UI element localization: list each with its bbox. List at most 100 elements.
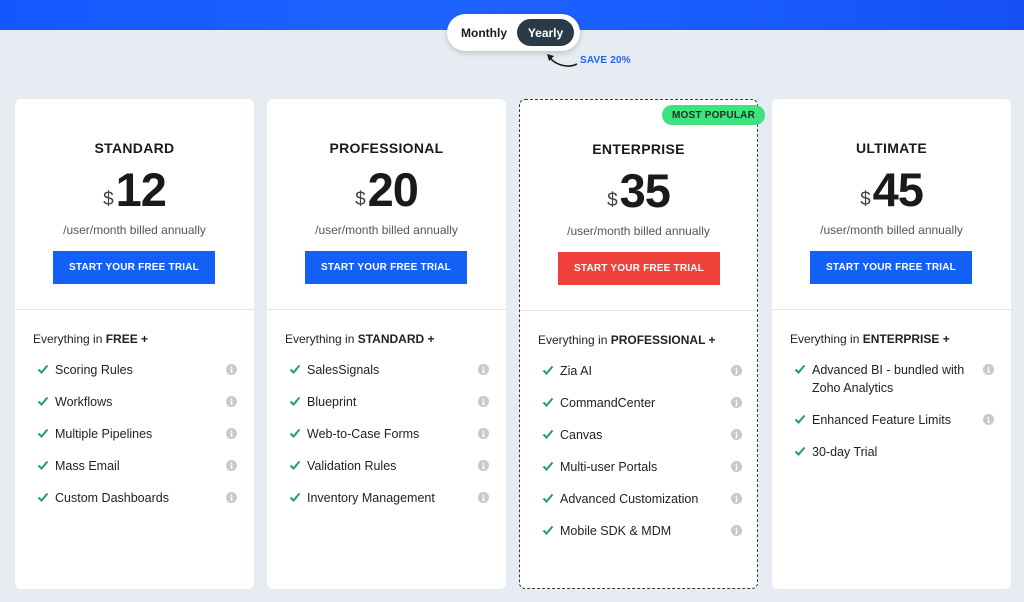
info-icon[interactable]: i [983,364,994,375]
currency-symbol: $ [355,189,366,210]
plan-price: $ 20 [267,163,506,217]
start-trial-button[interactable]: START YOUR FREE TRIAL [558,252,720,285]
feature-item: CommandCenter i [542,394,742,412]
feature-label: Workflows [55,395,113,409]
feature-item: 30-day Trial [794,443,994,461]
check-icon [37,364,49,374]
card-divider [520,310,757,311]
info-icon[interactable]: i [731,365,742,376]
plan-card-enterprise: MOST POPULAR ENTERPRISE $ 35 /user/month… [519,99,765,589]
feature-label: Multi-user Portals [560,460,658,474]
toggle-monthly[interactable]: Monthly [451,19,517,46]
plan-price: $ 35 [520,164,757,218]
check-icon [37,460,49,470]
feature-label: Validation Rules [307,459,397,473]
feature-label: Multiple Pipelines [55,427,153,441]
billing-toggle[interactable]: Monthly Yearly [447,14,580,51]
feature-item: Mass Email i [37,457,237,475]
feature-item: SalesSignals i [289,361,489,379]
info-icon[interactable]: i [226,492,237,503]
check-icon [37,396,49,406]
plan-card-ultimate: ULTIMATE $ 45 /user/month billed annuall… [772,99,1011,589]
feature-item: Scoring Rules i [37,361,237,379]
check-icon [794,414,806,424]
card-divider [267,309,506,310]
info-icon[interactable]: i [731,397,742,408]
check-icon [542,525,554,535]
start-trial-button[interactable]: START YOUR FREE TRIAL [810,251,972,284]
info-icon[interactable]: i [226,428,237,439]
info-icon[interactable]: i [731,429,742,440]
info-icon[interactable]: i [731,493,742,504]
info-icon[interactable]: i [478,396,489,407]
check-icon [794,364,806,374]
includes-plan: PROFESSIONAL + [610,333,716,347]
includes-prefix: Everything in [33,332,103,346]
feature-label: Advanced Customization [560,492,699,506]
toggle-yearly[interactable]: Yearly [517,19,574,46]
most-popular-badge: MOST POPULAR [662,105,765,125]
currency-symbol: $ [103,189,114,210]
info-icon[interactable]: i [731,525,742,536]
info-icon[interactable]: i [983,414,994,425]
feature-item: Zia AI i [542,362,742,380]
feature-label: Mobile SDK & MDM [560,524,672,538]
plan-card-standard: STANDARD $ 12 /user/month billed annuall… [15,99,254,589]
includes-plan: ENTERPRISE + [862,332,950,346]
feature-item: Inventory Management i [289,489,489,507]
info-icon[interactable]: i [478,460,489,471]
feature-label: Web-to-Case Forms [307,427,420,441]
includes-line: Everything in STANDARD + [285,332,435,346]
plan-price: $ 12 [15,163,254,217]
info-icon[interactable]: i [731,461,742,472]
check-icon [794,446,806,456]
check-icon [37,428,49,438]
feature-item: Custom Dashboards i [37,489,237,507]
plan-card-professional: PROFESSIONAL $ 20 /user/month billed ann… [267,99,506,589]
plan-name: STANDARD [94,140,175,156]
check-icon [542,365,554,375]
feature-label: CommandCenter [560,396,656,410]
feature-item: Validation Rules i [289,457,489,475]
info-icon[interactable]: i [226,460,237,471]
feature-item: Advanced Customization i [542,490,742,508]
feature-label: Inventory Management [307,491,435,505]
feature-list: SalesSignals i Blueprint i Web-to-Case F… [289,361,489,521]
plan-price: $ 45 [772,163,1011,217]
check-icon [289,460,301,470]
feature-item: Web-to-Case Forms i [289,425,489,443]
price-amount: 20 [367,163,419,216]
feature-item: Workflows i [37,393,237,411]
plan-name: ENTERPRISE [592,141,685,157]
check-icon [542,461,554,471]
check-icon [542,397,554,407]
includes-plan: FREE + [105,332,149,346]
info-icon[interactable]: i [226,396,237,407]
start-trial-button[interactable]: START YOUR FREE TRIAL [53,251,215,284]
feature-item: Multi-user Portals i [542,458,742,476]
info-icon[interactable]: i [478,428,489,439]
check-icon [289,364,301,374]
check-icon [542,493,554,503]
feature-item: Enhanced Feature Limits i [794,411,994,429]
price-amount: 35 [619,164,671,217]
feature-label: Scoring Rules [55,363,133,377]
feature-label: Zia AI [560,364,592,378]
check-icon [37,492,49,502]
check-icon [542,429,554,439]
feature-label: Custom Dashboards [55,491,169,505]
info-icon[interactable]: i [478,492,489,503]
feature-item: Blueprint i [289,393,489,411]
includes-line: Everything in ENTERPRISE + [790,332,950,346]
currency-symbol: $ [607,190,618,211]
billing-note: /user/month billed annually [820,223,963,237]
start-trial-button[interactable]: START YOUR FREE TRIAL [305,251,467,284]
includes-prefix: Everything in [790,332,860,346]
info-icon[interactable]: i [226,364,237,375]
feature-label: Mass Email [55,459,120,473]
feature-item: Mobile SDK & MDM i [542,522,742,540]
feature-label: Blueprint [307,395,357,409]
info-icon[interactable]: i [478,364,489,375]
price-amount: 45 [872,163,924,216]
feature-item: Multiple Pipelines i [37,425,237,443]
